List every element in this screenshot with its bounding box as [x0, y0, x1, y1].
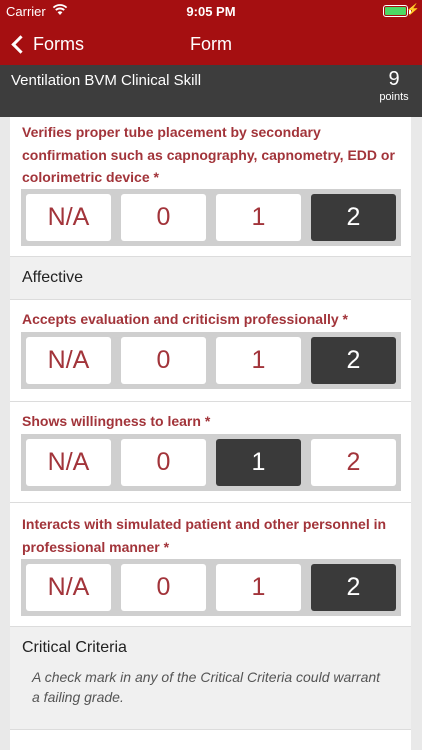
score-option-2[interactable]: 2 — [311, 337, 396, 384]
question-text: Shows willingness to learn * — [22, 413, 211, 429]
score-selector: N/A 0 1 2 — [21, 189, 401, 246]
score-option-1[interactable]: 1 — [216, 194, 301, 241]
points-value: 9 — [388, 68, 400, 90]
battery-icon — [383, 5, 408, 17]
question-row: Shows willingness to learn * N/A 0 1 2 — [10, 402, 411, 503]
score-option-na[interactable]: N/A — [26, 439, 111, 486]
clock: 9:05 PM — [186, 4, 236, 19]
question-text: Verifies proper tube placement by second… — [22, 124, 395, 185]
section-header-critical-criteria: Critical Criteria A check mark in any of… — [10, 627, 411, 730]
skill-header: Ventilation BVM Clinical Skill 9 points — [0, 65, 422, 117]
score-option-2[interactable]: 2 — [311, 439, 396, 486]
navigation-bar: Carrier 9:05 PM ⚡ Forms Form — [0, 0, 422, 65]
nav-row: Forms Form — [0, 22, 422, 65]
score-selector: N/A 0 1 2 — [21, 434, 401, 491]
score-option-1[interactable]: 1 — [216, 439, 301, 486]
points-display: 9 points — [374, 68, 414, 103]
score-option-0[interactable]: 0 — [121, 337, 206, 384]
score-option-na[interactable]: N/A — [26, 194, 111, 241]
score-option-1[interactable]: 1 — [216, 337, 301, 384]
section-note: A check mark in any of the Critical Crit… — [32, 669, 381, 705]
score-option-1[interactable]: 1 — [216, 564, 301, 611]
score-option-0[interactable]: 0 — [121, 439, 206, 486]
status-bar: Carrier 9:05 PM ⚡ — [0, 0, 422, 22]
score-option-2[interactable]: 2 — [311, 564, 396, 611]
question-text: Interacts with simulated patient and oth… — [22, 516, 387, 555]
section-header-affective: Affective — [10, 257, 411, 300]
score-selector: N/A 0 1 2 — [21, 559, 401, 616]
section-title: Critical Criteria — [22, 639, 127, 656]
skill-name: Ventilation BVM Clinical Skill — [11, 72, 202, 89]
score-option-0[interactable]: 0 — [121, 564, 206, 611]
charging-bolt-icon: ⚡ — [406, 4, 420, 16]
score-selector: N/A 0 1 2 — [21, 332, 401, 389]
page-title: Form — [190, 34, 232, 54]
score-option-2[interactable]: 2 — [311, 194, 396, 241]
form-content[interactable]: Verifies proper tube placement by second… — [10, 117, 411, 750]
question-row: Interacts with simulated patient and oth… — [10, 503, 411, 627]
points-label: points — [379, 91, 409, 103]
score-option-0[interactable]: 0 — [121, 194, 206, 241]
score-option-na[interactable]: N/A — [26, 337, 111, 384]
section-title: Affective — [22, 269, 84, 286]
score-option-na[interactable]: N/A — [26, 564, 111, 611]
question-text: Accepts evaluation and criticism profess… — [22, 311, 348, 327]
question-row: Accepts evaluation and criticism profess… — [10, 300, 411, 402]
question-row: Verifies proper tube placement by second… — [10, 117, 411, 257]
